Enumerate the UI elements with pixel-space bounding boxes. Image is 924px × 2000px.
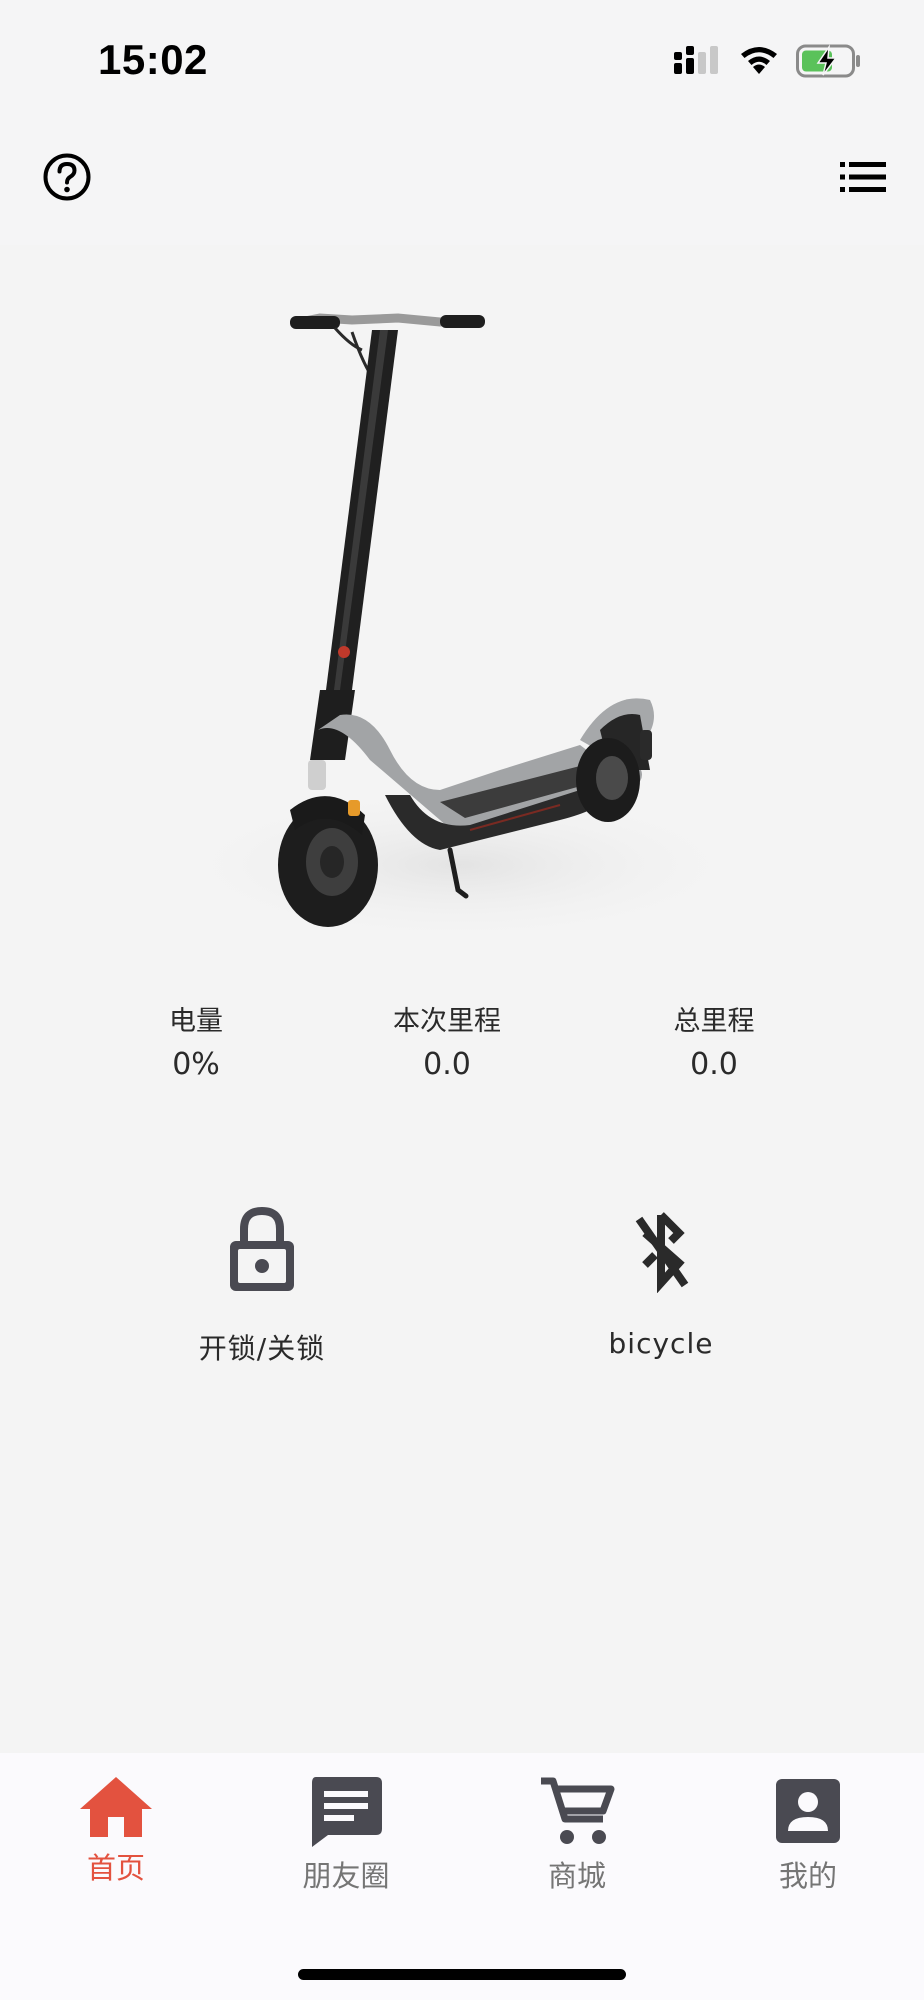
- list-menu-icon[interactable]: [840, 160, 886, 194]
- tab-shop[interactable]: 商城: [497, 1775, 657, 1895]
- stat-battery-value: 0%: [172, 1047, 220, 1082]
- chat-icon: [312, 1777, 382, 1847]
- stat-battery-label: 电量: [169, 1006, 223, 1037]
- stat-trip-distance: 本次里程 0.0: [347, 1002, 547, 1088]
- tab-shop-label: 商城: [547, 1859, 606, 1893]
- help-circle-icon[interactable]: [42, 152, 92, 202]
- stat-total-distance-label: 总里程: [673, 1006, 755, 1037]
- tab-profile[interactable]: 我的: [728, 1775, 888, 1895]
- bluetooth-disabled-icon: [635, 1212, 689, 1293]
- lock-toggle-button[interactable]: 开锁/关锁: [142, 1205, 382, 1367]
- stat-total-distance: 总里程 0.0: [614, 1002, 814, 1088]
- lock-toggle-label: 开锁/关锁: [198, 1332, 326, 1365]
- tab-friends[interactable]: 朋友圈: [266, 1775, 426, 1895]
- cart-icon: [541, 1777, 615, 1844]
- bluetooth-device-button[interactable]: bicycle: [541, 1205, 781, 1360]
- top-bar: [0, 120, 924, 245]
- tab-profile-label: 我的: [778, 1859, 837, 1893]
- home-icon: [80, 1777, 152, 1837]
- stat-trip-distance-value: 0.0: [423, 1047, 471, 1082]
- tab-friends-label: 朋友圈: [302, 1859, 390, 1893]
- profile-icon: [776, 1779, 840, 1843]
- tab-home[interactable]: 首页: [36, 1775, 196, 1887]
- stat-trip-distance-label: 本次里程: [393, 1006, 501, 1037]
- stat-battery: 电量 0%: [96, 1002, 296, 1088]
- stat-total-distance-value: 0.0: [690, 1047, 738, 1082]
- lock-icon: [230, 1206, 294, 1291]
- tab-home-label: 首页: [86, 1851, 145, 1885]
- battery-charging-icon: [796, 44, 860, 78]
- bluetooth-device-label: bicycle: [608, 1327, 714, 1360]
- signal-icon: [674, 46, 718, 74]
- wifi-icon: [741, 47, 777, 74]
- scooter-image: [160, 313, 760, 945]
- status-time: 15:02: [98, 36, 208, 83]
- home-indicator: [298, 1969, 626, 1980]
